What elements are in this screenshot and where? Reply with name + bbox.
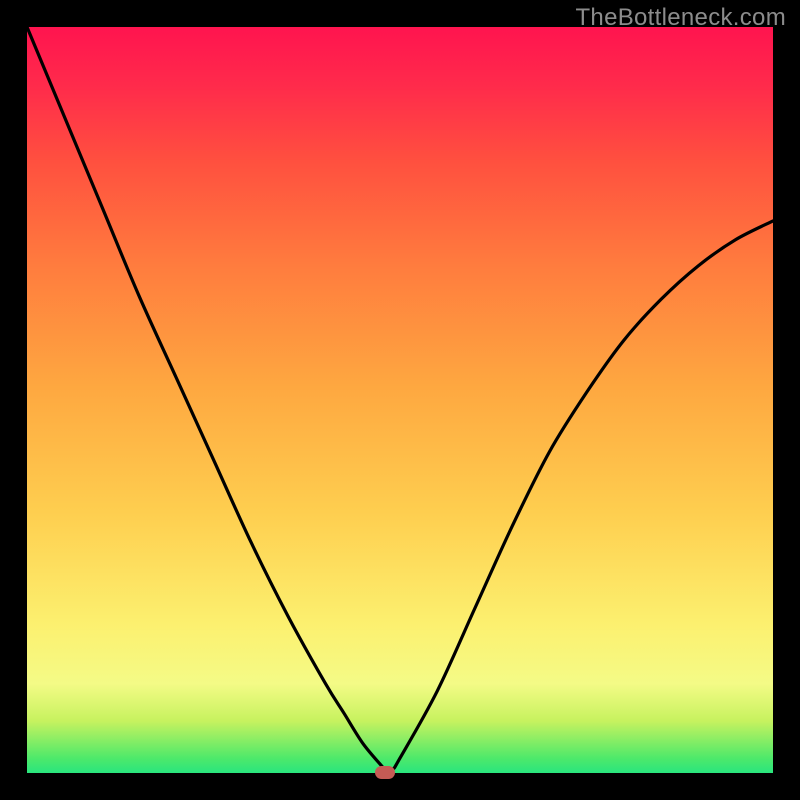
chart-frame: TheBottleneck.com bbox=[0, 0, 800, 800]
optimal-point-marker bbox=[375, 766, 395, 779]
chart-plot-area bbox=[27, 27, 773, 773]
bottleneck-curve bbox=[27, 27, 773, 773]
watermark-text: TheBottleneck.com bbox=[575, 4, 786, 32]
